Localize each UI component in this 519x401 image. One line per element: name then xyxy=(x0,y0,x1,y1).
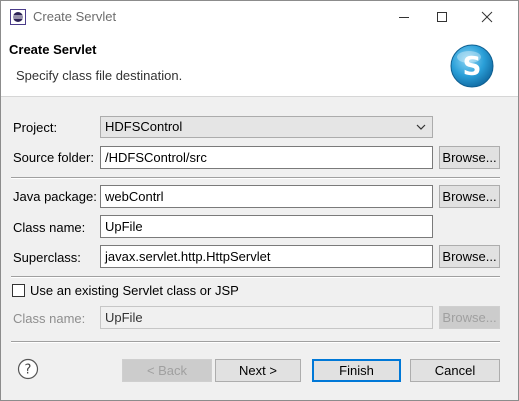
eclipse-app-icon xyxy=(10,9,26,25)
class-name-label: Class name: xyxy=(13,220,86,235)
servlet-logo-icon: S xyxy=(450,44,494,88)
separator xyxy=(11,341,500,343)
java-package-label: Java package: xyxy=(13,189,97,204)
use-existing-label[interactable]: Use an existing Servlet class or JSP xyxy=(30,283,239,298)
separator xyxy=(11,177,500,179)
superclass-browse-button[interactable]: Browse... xyxy=(439,245,500,268)
source-folder-browse-button[interactable]: Browse... xyxy=(439,146,500,169)
banner-title: Create Servlet xyxy=(9,42,97,57)
title-bar: Create Servlet xyxy=(1,1,518,33)
banner-message: Specify class file destination. xyxy=(16,68,183,83)
existing-class-field: UpFile xyxy=(100,306,433,329)
maximize-icon xyxy=(437,12,447,22)
project-value: HDFSControl xyxy=(105,119,183,134)
existing-class-browse-button: Browse... xyxy=(439,306,500,329)
close-button[interactable] xyxy=(464,1,510,33)
source-folder-label: Source folder: xyxy=(13,150,94,165)
window-title: Create Servlet xyxy=(33,9,117,24)
maximize-button[interactable] xyxy=(419,1,465,33)
finish-button[interactable]: Finish xyxy=(312,359,401,382)
source-folder-field[interactable]: /HDFSControl/src xyxy=(100,146,433,169)
minimize-icon xyxy=(399,17,409,18)
chevron-down-icon xyxy=(416,124,426,130)
superclass-label: Superclass: xyxy=(13,250,81,265)
wizard-banner: Create Servlet Specify class file destin… xyxy=(1,33,518,97)
project-select[interactable]: HDFSControl xyxy=(100,116,433,138)
java-package-field[interactable]: webContrl xyxy=(100,185,433,208)
next-button[interactable]: Next > xyxy=(215,359,301,382)
help-icon[interactable]: ? xyxy=(17,358,39,380)
java-package-browse-button[interactable]: Browse... xyxy=(439,185,500,208)
superclass-field[interactable]: javax.servlet.http.HttpServlet xyxy=(100,245,433,268)
separator xyxy=(11,276,500,278)
existing-class-label: Class name: xyxy=(13,311,86,326)
back-button: < Back xyxy=(122,359,212,382)
class-name-field[interactable]: UpFile xyxy=(100,215,433,238)
logo-letter: S xyxy=(463,52,482,82)
cancel-button[interactable]: Cancel xyxy=(410,359,500,382)
create-servlet-dialog: Create Servlet Create Servlet Specify cl… xyxy=(0,0,519,401)
project-label: Project: xyxy=(13,120,58,135)
use-existing-checkbox[interactable] xyxy=(12,284,25,297)
close-icon xyxy=(481,11,493,23)
svg-text:?: ? xyxy=(25,363,32,378)
